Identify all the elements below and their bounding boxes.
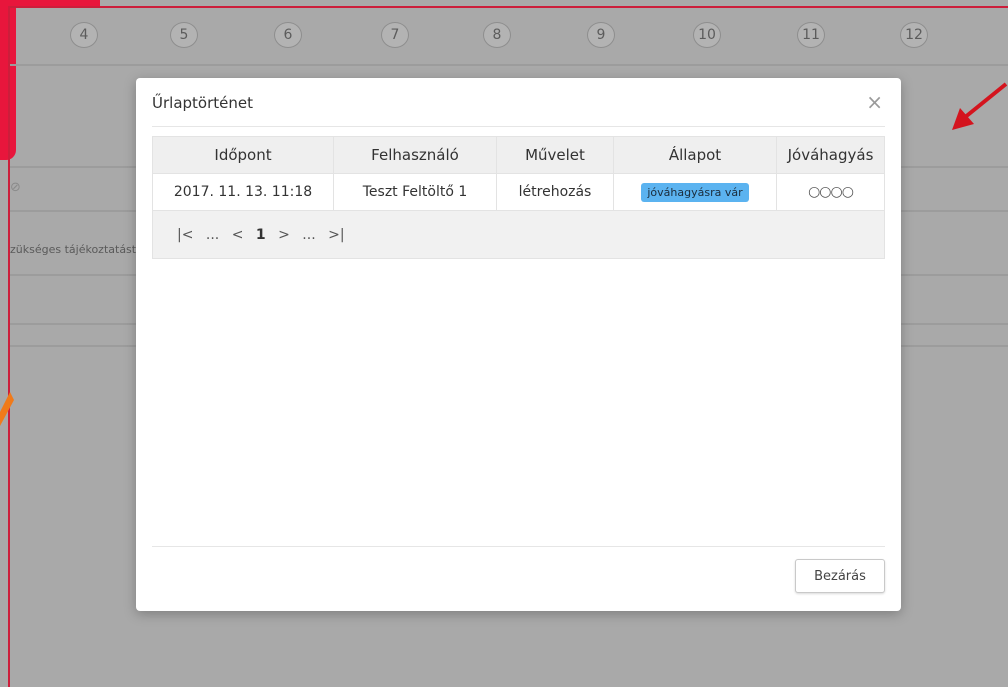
pager-cell: |< ... < 1 > ... >|	[152, 210, 885, 259]
step-7[interactable]: 7	[381, 22, 409, 48]
table-header-row: Időpont Felhasználó Művelet Állapot Jóvá…	[152, 136, 885, 174]
pager-next[interactable]: >	[278, 227, 290, 243]
column-header-action[interactable]: Művelet	[496, 136, 614, 174]
step-9[interactable]: 9	[587, 22, 615, 48]
background-info-text: zükséges tájékoztatást	[10, 243, 137, 256]
cell-action: létrehozás	[496, 173, 614, 211]
table-row: 2017. 11. 13. 11:18 Teszt Feltöltő 1 lét…	[152, 173, 885, 211]
pager-prev-ellipsis[interactable]: ...	[206, 227, 219, 243]
cell-approval: ○○○○	[776, 173, 885, 211]
pager-first[interactable]: |<	[177, 227, 193, 243]
column-header-approval[interactable]: Jóváhagyás	[776, 136, 885, 174]
pagination: |< ... < 1 > ... >|	[177, 227, 353, 243]
step-5[interactable]: 5	[170, 22, 198, 48]
step-11[interactable]: 11	[797, 22, 825, 48]
column-header-status[interactable]: Állapot	[613, 136, 777, 174]
pager-next-ellipsis[interactable]: ...	[302, 227, 315, 243]
close-icon[interactable]: ×	[866, 90, 883, 114]
step-4[interactable]: 4	[70, 22, 98, 48]
step-indicator: 4 5 6 7 8 9 10 11 12	[0, 0, 1008, 66]
close-button[interactable]: Bezárás	[795, 559, 885, 593]
column-header-time[interactable]: Időpont	[152, 136, 334, 174]
cell-user: Teszt Feltöltő 1	[333, 173, 497, 211]
status-badge: jóváhagyásra vár	[641, 182, 749, 202]
prohibited-icon: ⊘	[10, 180, 21, 195]
column-header-user[interactable]: Felhasználó	[333, 136, 497, 174]
pager-current-page[interactable]: 1	[256, 227, 266, 243]
pager-row: |< ... < 1 > ... >|	[152, 210, 885, 259]
modal-header: Űrlaptörténet ×	[152, 78, 885, 127]
modal-title: Űrlaptörténet	[152, 94, 253, 112]
step-10[interactable]: 10	[693, 22, 721, 48]
step-8[interactable]: 8	[483, 22, 511, 48]
cell-time: 2017. 11. 13. 11:18	[152, 173, 334, 211]
approval-indicators: ○○○○	[808, 184, 854, 200]
pager-prev[interactable]: <	[232, 227, 244, 243]
modal-footer: Bezárás	[152, 546, 885, 611]
red-arrow-icon	[952, 82, 1008, 130]
pager-last[interactable]: >|	[328, 227, 344, 243]
divider	[10, 64, 1008, 66]
orange-arrow-icon	[0, 392, 14, 426]
cell-status: jóváhagyásra vár	[613, 173, 777, 211]
step-12[interactable]: 12	[900, 22, 928, 48]
form-history-modal: Űrlaptörténet × Időpont Felhasználó Műve…	[136, 78, 901, 611]
history-table: Időpont Felhasználó Művelet Állapot Jóvá…	[152, 136, 885, 259]
step-6[interactable]: 6	[274, 22, 302, 48]
